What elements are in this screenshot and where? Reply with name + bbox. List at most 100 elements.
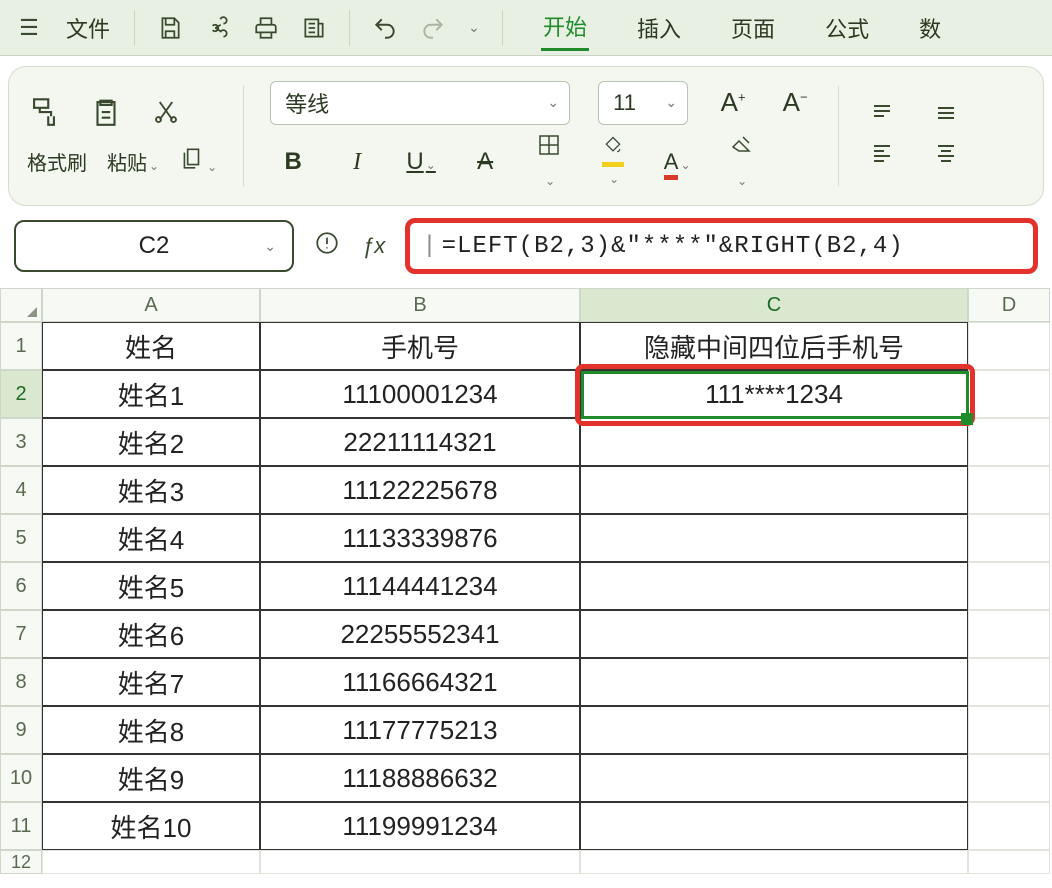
cell-D3[interactable] — [968, 418, 1050, 466]
font-color-button[interactable]: A⌄ — [660, 148, 694, 176]
cell-A5[interactable]: 姓名4 — [42, 514, 260, 562]
hamburger-icon[interactable]: ☰ — [8, 7, 50, 49]
cell-C12[interactable] — [580, 850, 968, 874]
row-header-4[interactable]: 4 — [0, 466, 42, 514]
cell-B6[interactable]: 11144441234 — [260, 562, 580, 610]
print-preview-icon[interactable] — [293, 7, 335, 49]
paste-icon[interactable] — [89, 95, 123, 137]
formula-bar[interactable]: | =LEFT(B2,3)&"****"&RIGHT(B2,4) — [405, 218, 1038, 274]
row-header-2[interactable]: 2 — [0, 370, 42, 418]
cell-A9[interactable]: 姓名8 — [42, 706, 260, 754]
align-center-button[interactable] — [929, 140, 963, 171]
cell-D8[interactable] — [968, 658, 1050, 706]
cell-C11[interactable] — [580, 802, 968, 850]
cell-B9[interactable]: 11177775213 — [260, 706, 580, 754]
cell-C5[interactable] — [580, 514, 968, 562]
cell-C8[interactable] — [580, 658, 968, 706]
row-header-12[interactable]: 12 — [0, 850, 42, 874]
cell-A12[interactable] — [42, 850, 260, 874]
col-header-B[interactable]: B — [260, 288, 580, 322]
align-top-button[interactable] — [865, 101, 899, 132]
cell-D9[interactable] — [968, 706, 1050, 754]
borders-button[interactable]: ⌄ — [532, 133, 566, 192]
name-box[interactable]: C2 ⌄ — [14, 220, 294, 272]
redo-icon[interactable] — [412, 7, 454, 49]
cell-B5[interactable]: 11133339876 — [260, 514, 580, 562]
cell-D12[interactable] — [968, 850, 1050, 874]
cell-A7[interactable]: 姓名6 — [42, 610, 260, 658]
save-icon[interactable] — [149, 7, 191, 49]
strikethrough-button[interactable]: A — [468, 148, 502, 176]
cell-C9[interactable] — [580, 706, 968, 754]
fx-icon[interactable]: ƒx — [362, 233, 385, 259]
cell-C1[interactable]: 隐藏中间四位后手机号 — [580, 322, 968, 370]
copy-icon[interactable]: ⌄ — [179, 145, 217, 178]
cell-A11[interactable]: 姓名10 — [42, 802, 260, 850]
bold-button[interactable]: B — [276, 148, 310, 176]
share-icon[interactable] — [197, 7, 239, 49]
row-header-7[interactable]: 7 — [0, 610, 42, 658]
col-header-A[interactable]: A — [42, 288, 260, 322]
cell-C3[interactable] — [580, 418, 968, 466]
font-name-select[interactable]: 等线 ⌄ — [270, 81, 570, 125]
cell-C6[interactable] — [580, 562, 968, 610]
cell-B11[interactable]: 11199991234 — [260, 802, 580, 850]
row-header-1[interactable]: 1 — [0, 322, 42, 370]
tab-page[interactable]: 页面 — [729, 6, 777, 50]
col-header-C[interactable]: C — [580, 288, 968, 322]
undo-icon[interactable] — [364, 7, 406, 49]
fill-color-button[interactable]: ⌄ — [596, 134, 630, 190]
cell-B4[interactable]: 11122225678 — [260, 466, 580, 514]
col-header-D[interactable]: D — [968, 288, 1050, 322]
cell-B2[interactable]: 11100001234 — [260, 370, 580, 418]
align-left-button[interactable] — [865, 140, 899, 171]
underline-button[interactable]: U⌄ — [404, 148, 438, 176]
row-header-11[interactable]: 11 — [0, 802, 42, 850]
cancel-formula-icon[interactable] — [314, 230, 340, 263]
cell-B12[interactable] — [260, 850, 580, 874]
row-header-10[interactable]: 10 — [0, 754, 42, 802]
row-header-5[interactable]: 5 — [0, 514, 42, 562]
cell-A10[interactable]: 姓名9 — [42, 754, 260, 802]
tab-data[interactable]: 数 — [917, 6, 943, 50]
cell-A6[interactable]: 姓名5 — [42, 562, 260, 610]
chevron-down-icon[interactable]: ⌄ — [460, 7, 488, 49]
cut-icon[interactable] — [151, 97, 181, 135]
tab-insert[interactable]: 插入 — [635, 6, 683, 50]
cell-C10[interactable] — [580, 754, 968, 802]
cell-A2[interactable]: 姓名1 — [42, 370, 260, 418]
paste-label[interactable]: 粘贴⌄ — [107, 147, 159, 176]
cell-A3[interactable]: 姓名2 — [42, 418, 260, 466]
row-header-8[interactable]: 8 — [0, 658, 42, 706]
italic-button[interactable]: I — [340, 149, 374, 176]
tab-formula[interactable]: 公式 — [823, 6, 871, 50]
cell-C7[interactable] — [580, 610, 968, 658]
cell-C4[interactable] — [580, 466, 968, 514]
cell-D10[interactable] — [968, 754, 1050, 802]
cell-B1[interactable]: 手机号 — [260, 322, 580, 370]
font-size-select[interactable]: 11 ⌄ — [598, 81, 688, 125]
row-header-3[interactable]: 3 — [0, 418, 42, 466]
cell-B8[interactable]: 11166664321 — [260, 658, 580, 706]
row-header-6[interactable]: 6 — [0, 562, 42, 610]
cell-D5[interactable] — [968, 514, 1050, 562]
print-icon[interactable] — [245, 7, 287, 49]
cell-D11[interactable] — [968, 802, 1050, 850]
cell-D4[interactable] — [968, 466, 1050, 514]
select-all-corner[interactable] — [0, 288, 42, 322]
clear-format-button[interactable]: ⌄ — [724, 133, 758, 192]
cell-B3[interactable]: 22211114321 — [260, 418, 580, 466]
cell-C2[interactable]: 111****1234 — [580, 370, 968, 418]
row-header-9[interactable]: 9 — [0, 706, 42, 754]
tab-home[interactable]: 开始 — [541, 4, 589, 51]
cell-A1[interactable]: 姓名 — [42, 322, 260, 370]
cell-D2[interactable] — [968, 370, 1050, 418]
cell-B10[interactable]: 11188886632 — [260, 754, 580, 802]
menu-file[interactable]: 文件 — [56, 12, 120, 44]
cell-D1[interactable] — [968, 322, 1050, 370]
cell-A4[interactable]: 姓名3 — [42, 466, 260, 514]
grow-font-button[interactable]: A+ — [716, 87, 750, 118]
cell-D6[interactable] — [968, 562, 1050, 610]
format-painter-icon[interactable] — [27, 95, 61, 137]
align-middle-button[interactable] — [929, 101, 963, 132]
